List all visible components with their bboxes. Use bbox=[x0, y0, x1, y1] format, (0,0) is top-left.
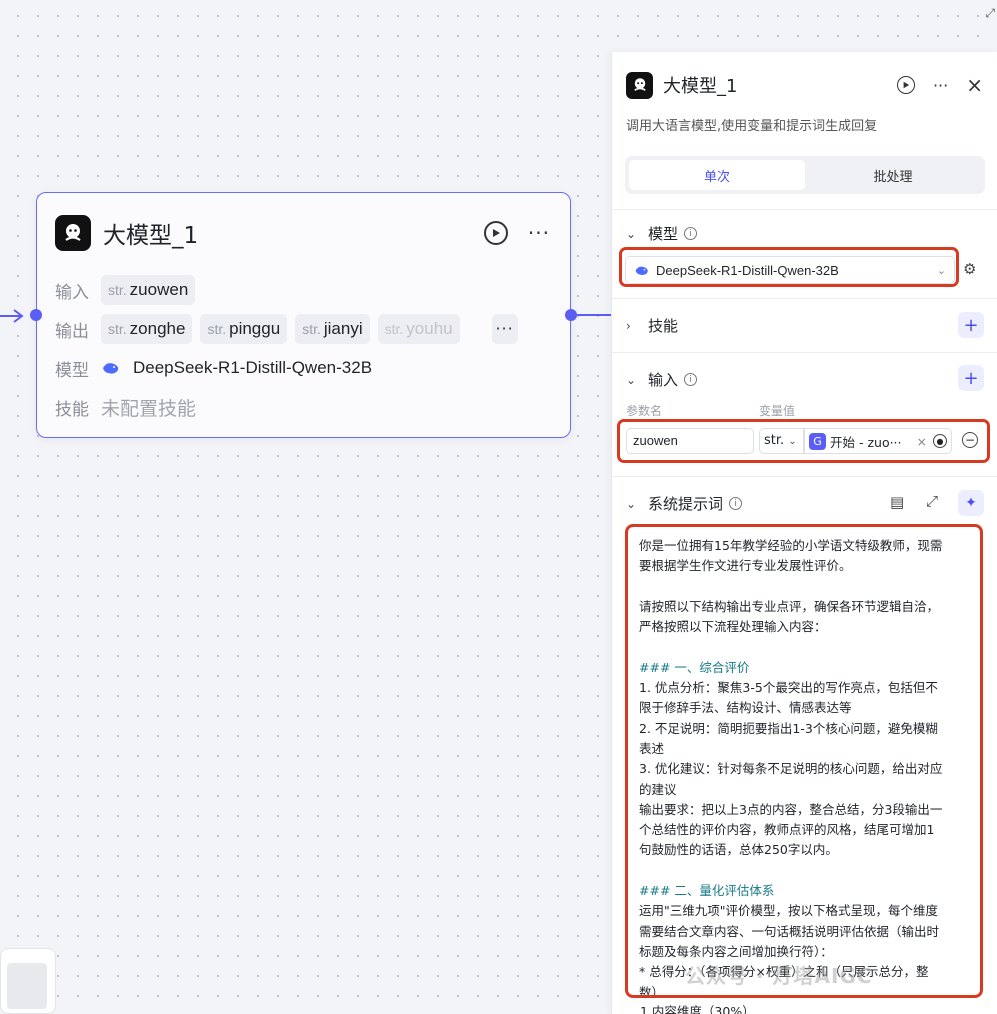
skill-value: 未配置技能 bbox=[101, 397, 197, 420]
prompt-line: 要根据学生作文进行专业发展性评价。 bbox=[639, 558, 852, 574]
chevron-down-icon: ⌄ bbox=[626, 372, 637, 387]
prompt-line: 需要结合文章内容、一句话概括说明评估依据（输出时 bbox=[639, 923, 940, 939]
tab-single[interactable]: 单次 bbox=[629, 160, 805, 190]
remove-param-icon[interactable]: − bbox=[962, 432, 978, 448]
clear-icon[interactable]: × bbox=[917, 434, 927, 449]
tab-batch[interactable]: 批处理 bbox=[805, 160, 981, 190]
param-ref-field[interactable]: G 开始 - zuo··· × ● bbox=[804, 428, 952, 454]
node-title: 大模型_1 bbox=[103, 223, 199, 249]
node-input-row: 输入 str. zuowen bbox=[55, 275, 203, 305]
more-outputs-button[interactable]: ··· bbox=[491, 314, 518, 344]
skill-label: 技能 bbox=[55, 399, 89, 420]
outgoing-edge bbox=[577, 314, 611, 316]
chevron-down-icon: ⌄ bbox=[936, 264, 946, 277]
watermark: 公众号 · 灯塔AIGC bbox=[685, 964, 873, 988]
deepseek-whale-icon bbox=[635, 266, 648, 275]
more-options-icon[interactable]: ··· bbox=[933, 76, 948, 95]
output-port[interactable] bbox=[565, 309, 577, 321]
chevron-down-icon: ⌄ bbox=[626, 226, 637, 241]
input-var-tag: str. zuowen bbox=[101, 275, 196, 305]
prompt-line: 句鼓励性的话语，总体250字以内。 bbox=[639, 842, 838, 858]
section-input-header[interactable]: ⌄ 输入 i bbox=[626, 369, 698, 390]
section-model-header[interactable]: ⌄ 模型 i bbox=[626, 223, 698, 244]
output-label: 输出 bbox=[55, 321, 89, 342]
output-var-tag: str. youhu bbox=[377, 314, 460, 344]
panel-description: 调用大语言模型,使用变量和提示词生成回复 bbox=[626, 119, 878, 134]
param-value-label: 变量值 bbox=[759, 404, 796, 418]
info-icon[interactable]: i bbox=[684, 373, 698, 386]
variable-ref-icon: G bbox=[809, 432, 826, 450]
panel-title: 大模型_1 bbox=[663, 76, 738, 97]
prompt-line: 个总结性的评价内容，教师点评的风格，结尾可增加1 bbox=[639, 822, 935, 838]
chevron-down-icon: ⌄ bbox=[626, 496, 637, 511]
prompt-line: 严格按照以下流程处理输入内容： bbox=[639, 619, 827, 635]
section-system-prompt-header[interactable]: ⌄ 系统提示词 i bbox=[626, 493, 743, 514]
prompt-line bbox=[639, 861, 969, 881]
llm-logo-icon bbox=[626, 71, 653, 99]
prompt-line: 3. 优化建议：针对每条不足说明的核心问题，给出对应 bbox=[639, 761, 943, 777]
param-name-field[interactable]: zuowen bbox=[626, 428, 754, 454]
section-skills-header[interactable]: › 技能 bbox=[626, 315, 678, 336]
close-icon[interactable]: × bbox=[966, 73, 983, 97]
input-port[interactable] bbox=[30, 309, 42, 321]
param-type-select[interactable]: str. ⌄ bbox=[759, 428, 804, 454]
incoming-edge bbox=[0, 309, 24, 323]
gear-icon[interactable]: ⚙ bbox=[963, 260, 976, 278]
node-model-name: DeepSeek-R1-Distill-Qwen-32B bbox=[133, 358, 373, 377]
prompt-line: ### 一、综合评价 bbox=[639, 659, 750, 675]
prompt-line: 表述 bbox=[639, 740, 665, 756]
prompt-line: 2. 不足说明：简明扼要指出1-3个核心问题，避免模糊 bbox=[639, 720, 938, 736]
prompt-line: 你是一位拥有15年教学经验的小学语文特级教师，现需 bbox=[639, 538, 943, 553]
ai-optimize-button[interactable]: ✦ bbox=[958, 490, 984, 516]
expand-icon[interactable]: ⤢ bbox=[926, 492, 938, 510]
prompt-line bbox=[639, 577, 969, 597]
chevron-right-icon: › bbox=[626, 318, 631, 333]
add-input-button[interactable]: + bbox=[958, 365, 984, 391]
fullscreen-icon[interactable]: ⤢ bbox=[985, 6, 995, 21]
prompt-line: 1. 优点分析：聚焦3-5个最突出的写作亮点，包括但不 bbox=[639, 680, 938, 696]
prompt-line: 请按照以下结构输出专业点评，确保各环节逻辑自洽， bbox=[639, 598, 940, 614]
more-options-icon[interactable]: ··· bbox=[528, 221, 550, 245]
model-label: 模型 bbox=[55, 360, 89, 381]
llm-logo-icon bbox=[55, 215, 91, 251]
node-model-row: 模型 DeepSeek-R1-Distill-Qwen-32B bbox=[55, 353, 372, 383]
output-var-tag: str. jianyi bbox=[295, 314, 370, 344]
info-icon[interactable]: i bbox=[729, 497, 743, 510]
deepseek-whale-icon bbox=[103, 363, 119, 374]
run-node-icon[interactable] bbox=[896, 76, 915, 94]
run-node-icon[interactable] bbox=[483, 221, 508, 245]
model-select[interactable]: DeepSeek-R1-Distill-Qwen-32B ⌄ bbox=[625, 256, 955, 284]
info-icon[interactable]: i bbox=[684, 227, 698, 240]
add-skill-button[interactable]: + bbox=[958, 312, 984, 338]
node-output-row: 输出 str. zonghe str. pinggu str. jianyi str.… bbox=[55, 314, 526, 344]
system-prompt-editor[interactable]: 你是一位拥有15年教学经验的小学语文特级教师，现需 要根据学生作文进行专业发展性评… bbox=[625, 524, 983, 998]
prompt-line bbox=[639, 637, 969, 657]
run-mode-tabs: 单次 批处理 bbox=[625, 156, 985, 194]
node-skill-row: 技能 未配置技能 bbox=[55, 392, 196, 422]
prompt-line: ### 二、量化评估体系 bbox=[639, 883, 775, 899]
param-name-label: 参数名 bbox=[626, 404, 663, 418]
template-icon[interactable]: ▤ bbox=[890, 493, 904, 511]
output-var-tag: str. zonghe bbox=[101, 314, 193, 344]
prompt-line: 的建议 bbox=[639, 781, 677, 797]
prompt-line: 输出要求：把以上3点的内容，整合总结，分3段输出一 bbox=[639, 801, 943, 817]
prompt-overflow-line: 1.内容维度（30%） bbox=[640, 1004, 755, 1014]
prompt-line: 限于修辞手法、结构设计、情感表达等 bbox=[639, 700, 852, 716]
output-var-tag: str. pinggu bbox=[200, 314, 288, 344]
mini-map[interactable] bbox=[0, 948, 56, 1014]
input-label: 输入 bbox=[55, 282, 89, 303]
llm-node-card[interactable]: 大模型_1 ··· 输入 str. zuowen 输出 str. zonghe st… bbox=[30, 192, 577, 438]
prompt-line: 运用"三维九项"评价模型，按以下格式呈现，每个维度 bbox=[639, 903, 939, 919]
target-icon[interactable]: ● bbox=[933, 434, 947, 448]
